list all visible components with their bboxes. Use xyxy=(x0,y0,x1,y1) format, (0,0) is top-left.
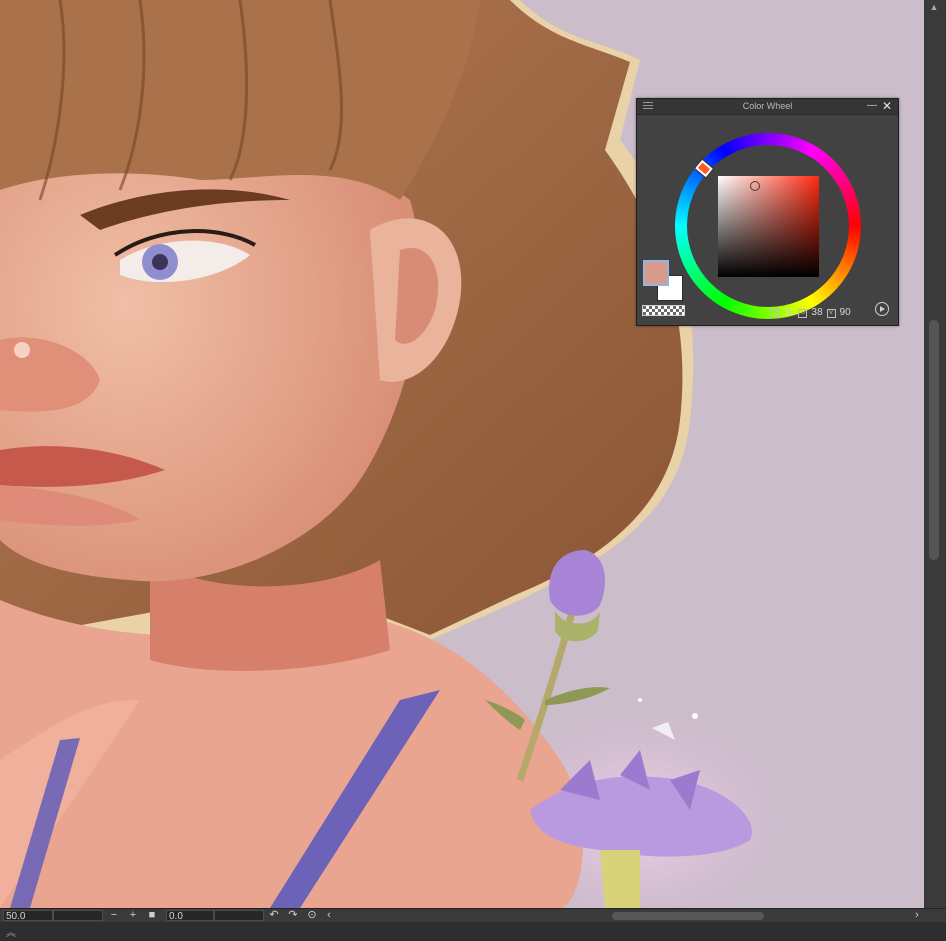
color-wheel-panel[interactable]: Color Wheel — ✕ H 11 S 38 V 90 xyxy=(636,98,899,326)
transparent-color-swatch[interactable] xyxy=(642,305,685,316)
fit-to-window-button[interactable]: ■ xyxy=(146,909,158,922)
zoom-out-button[interactable]: − xyxy=(108,909,120,922)
value-icon: V xyxy=(826,309,836,318)
zoom-field[interactable]: 50.0 xyxy=(3,910,53,922)
close-icon[interactable]: ✕ xyxy=(882,99,892,113)
rotation-field[interactable]: 0.0 xyxy=(166,910,214,922)
hue-icon: H xyxy=(771,309,780,318)
sv-cursor[interactable] xyxy=(750,181,760,191)
zoom-in-button[interactable]: + xyxy=(127,909,139,922)
saturation-value: 38 xyxy=(811,307,823,318)
value-value: 90 xyxy=(839,307,851,318)
panel-title: Color Wheel xyxy=(742,101,793,111)
rotation-slider[interactable] xyxy=(214,910,264,921)
bottom-bar: ︽ xyxy=(0,922,946,941)
rotate-right-button[interactable]: ↷ xyxy=(287,909,299,922)
zoom-slider[interactable] xyxy=(53,910,103,921)
expand-panel-icon[interactable]: ︽ xyxy=(6,924,16,939)
minimize-icon[interactable]: — xyxy=(867,100,877,111)
horizontal-scroll-thumb[interactable] xyxy=(612,912,764,920)
vertical-scrollbar[interactable]: ▲ xyxy=(924,0,946,908)
saturation-value-square[interactable] xyxy=(718,176,819,277)
scroll-left-button[interactable]: ‹ xyxy=(323,909,335,922)
hue-value: 11 xyxy=(784,307,795,318)
reset-rotation-button[interactable]: ⊙ xyxy=(306,909,318,922)
saturation-icon: S xyxy=(798,309,808,318)
status-bar: 50.0 − + ■ 0.0 ↶ ↷ ⊙ ‹ › xyxy=(0,908,946,923)
scroll-right-button[interactable]: › xyxy=(911,909,923,922)
main-color-swatch[interactable] xyxy=(643,260,669,286)
rotate-left-button[interactable]: ↶ xyxy=(268,909,280,922)
hsv-readout: H 11 S 38 V 90 xyxy=(771,307,871,319)
scroll-up-icon[interactable]: ▲ xyxy=(928,2,940,12)
panel-titlebar[interactable]: Color Wheel — ✕ xyxy=(637,99,898,115)
vertical-scroll-thumb[interactable] xyxy=(929,320,939,560)
color-mode-toggle-icon[interactable] xyxy=(875,302,889,316)
color-wheel-body: H 11 S 38 V 90 xyxy=(637,115,898,325)
